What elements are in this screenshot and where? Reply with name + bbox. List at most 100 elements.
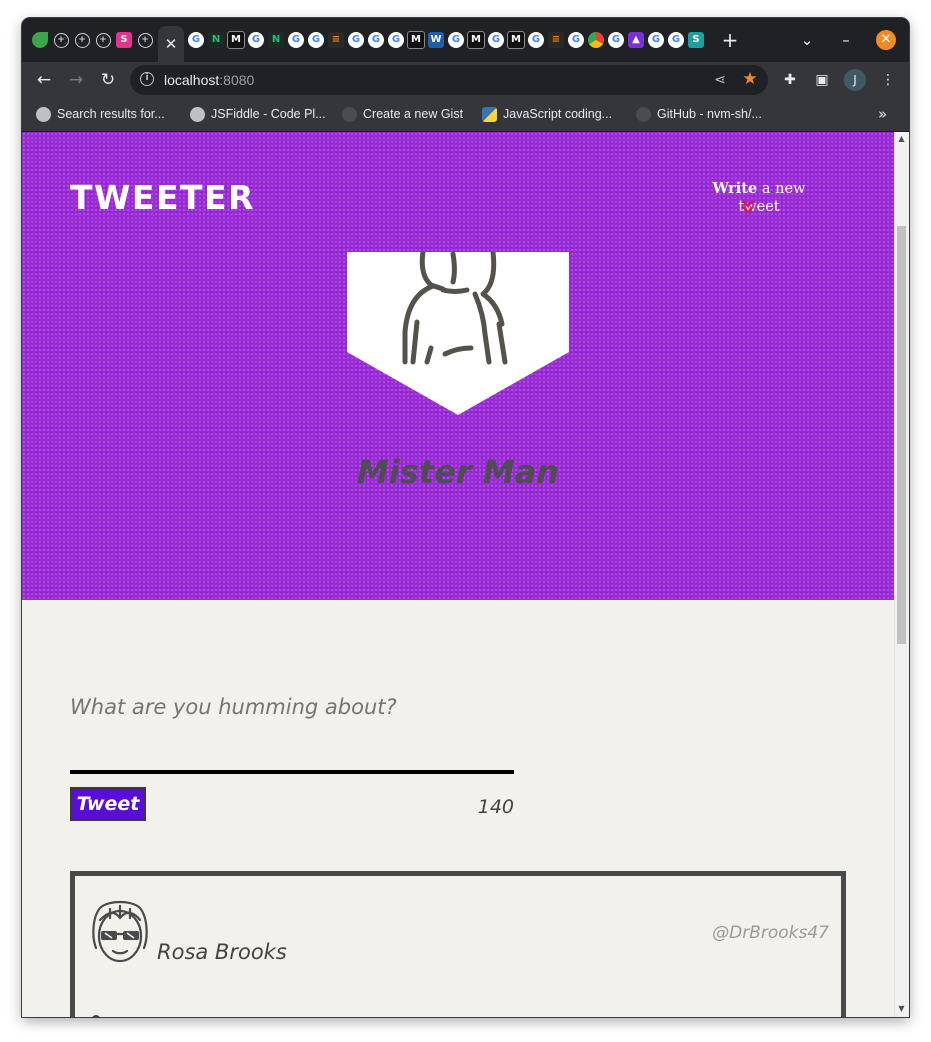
- user-avatar-icon: [92, 900, 148, 963]
- tab[interactable]: G: [606, 26, 626, 54]
- google-icon: G: [248, 32, 264, 48]
- tab[interactable]: ≡: [546, 26, 566, 54]
- tab[interactable]: M: [226, 26, 246, 54]
- google-icon: G: [528, 32, 544, 48]
- new-tab-button[interactable]: +: [720, 30, 740, 50]
- scroll-up-arrow[interactable]: ▲: [894, 132, 909, 146]
- minimize-button[interactable]: –: [836, 30, 856, 50]
- extensions-icon[interactable]: ✚: [780, 70, 800, 90]
- app-icon: N: [268, 32, 284, 48]
- side-panel-icon[interactable]: ▣: [812, 70, 832, 90]
- tab-active[interactable]: ✕: [158, 26, 184, 62]
- tweet-input-underline: [70, 770, 514, 774]
- google-icon: G: [448, 32, 464, 48]
- globe-icon: +: [53, 32, 69, 48]
- tab[interactable]: S: [114, 26, 134, 54]
- bookmark-label: JSFiddle - Code Pl...: [211, 107, 326, 121]
- tweet-input[interactable]: [70, 692, 514, 722]
- rocket-icon: ▲: [628, 32, 644, 48]
- tab[interactable]: G: [286, 26, 306, 54]
- bookmark-item[interactable]: GitHub - nvm-sh/...: [636, 104, 762, 124]
- tab[interactable]: +: [51, 26, 71, 54]
- bookmark-item[interactable]: Search results for...: [36, 104, 165, 124]
- tab[interactable]: G: [366, 26, 386, 54]
- google-icon: G: [648, 32, 664, 48]
- tab[interactable]: +: [72, 26, 92, 54]
- app-icon: N: [208, 32, 224, 48]
- bookmark-label: Search results for...: [57, 107, 165, 121]
- bookmark-item[interactable]: JavaScript coding...: [482, 104, 612, 124]
- chrome-icon: [588, 32, 604, 48]
- tab[interactable]: N: [266, 26, 286, 54]
- bookmarks-overflow-button[interactable]: »: [878, 104, 887, 124]
- browser-window: + + + S + ✕ G N M G N G G ≡ G G G M W G …: [22, 18, 909, 1017]
- tab[interactable]: M: [506, 26, 526, 54]
- character-counter: 140: [477, 796, 514, 818]
- menu-icon[interactable]: ⋮: [878, 70, 898, 90]
- tab[interactable]: G: [526, 26, 546, 54]
- bookmark-label: GitHub - nvm-sh/...: [657, 107, 762, 121]
- app-logo[interactable]: TWEETER: [70, 178, 255, 218]
- tab[interactable]: G: [666, 26, 686, 54]
- write-tweet-toggle[interactable]: Write a new tweet: [694, 180, 824, 216]
- tab[interactable]: S: [686, 26, 706, 54]
- tab[interactable]: W: [426, 26, 446, 54]
- scrollbar-thumb[interactable]: [897, 226, 906, 644]
- tab[interactable]: G: [486, 26, 506, 54]
- info-icon[interactable]: i: [140, 72, 154, 86]
- share-icon[interactable]: ⋖: [710, 70, 730, 90]
- back-button[interactable]: ←: [32, 68, 56, 92]
- tab[interactable]: G: [186, 26, 206, 54]
- tweet-submit-button[interactable]: Tweet: [70, 787, 146, 821]
- tab[interactable]: G: [386, 26, 406, 54]
- url-text[interactable]: localhost:8080: [164, 71, 254, 89]
- tab[interactable]: G: [246, 26, 266, 54]
- tab[interactable]: M: [466, 26, 486, 54]
- address-bar[interactable]: i localhost:8080 ⋖ ★: [130, 65, 768, 95]
- google-icon: G: [568, 32, 584, 48]
- github-icon: [342, 106, 357, 122]
- url-host: localhost: [164, 72, 220, 88]
- tab[interactable]: [586, 26, 606, 54]
- bookmark-item[interactable]: Create a new Gist: [342, 104, 463, 124]
- bookmark-star-icon[interactable]: ★: [740, 69, 760, 89]
- profile-name: Mister Man: [357, 453, 559, 491]
- tab[interactable]: G: [306, 26, 326, 54]
- tab[interactable]: +: [93, 26, 113, 54]
- tab[interactable]: ▲: [626, 26, 646, 54]
- globe-icon: +: [74, 32, 90, 48]
- tab[interactable]: G: [566, 26, 586, 54]
- google-icon: G: [668, 32, 684, 48]
- app-icon: M: [227, 31, 245, 49]
- google-icon: G: [368, 32, 384, 48]
- page-viewport: TWEETER Write a new tweet Mister Man ▲ ▼…: [22, 132, 909, 1017]
- close-tab-icon[interactable]: ✕: [165, 35, 178, 53]
- google-icon: G: [288, 32, 304, 48]
- globe-icon: [190, 106, 205, 122]
- tab[interactable]: G: [446, 26, 466, 54]
- bookmark-item[interactable]: JSFiddle - Code Pl...: [190, 104, 326, 124]
- close-window-button[interactable]: ✕: [876, 30, 896, 50]
- app-icon: M: [467, 31, 485, 49]
- google-icon: G: [348, 32, 364, 48]
- tab[interactable]: [30, 26, 50, 54]
- tab[interactable]: G: [346, 26, 366, 54]
- tab-search-button[interactable]: ⌄: [797, 30, 817, 50]
- profile-avatar[interactable]: J: [844, 69, 866, 91]
- profile-avatar-badge: [347, 252, 569, 415]
- tab[interactable]: G: [646, 26, 666, 54]
- tab[interactable]: M: [406, 26, 426, 54]
- write-label-bold: Write: [712, 180, 758, 197]
- tab[interactable]: ≡: [326, 26, 346, 54]
- forward-button[interactable]: →: [64, 68, 88, 92]
- bookmark-label: JavaScript coding...: [503, 107, 613, 121]
- google-icon: G: [488, 32, 504, 48]
- double-chevron-down-icon[interactable]: [741, 199, 755, 215]
- tab-strip: + + + S + ✕ G N M G N G G ≡ G G G M W G …: [22, 18, 909, 62]
- tab[interactable]: +: [135, 26, 155, 54]
- tab[interactable]: N: [206, 26, 226, 54]
- scroll-down-arrow[interactable]: ▼: [894, 1002, 909, 1016]
- stack-icon: ≡: [328, 32, 344, 48]
- app-icon: S: [116, 32, 132, 48]
- reload-button[interactable]: ↻: [96, 68, 120, 92]
